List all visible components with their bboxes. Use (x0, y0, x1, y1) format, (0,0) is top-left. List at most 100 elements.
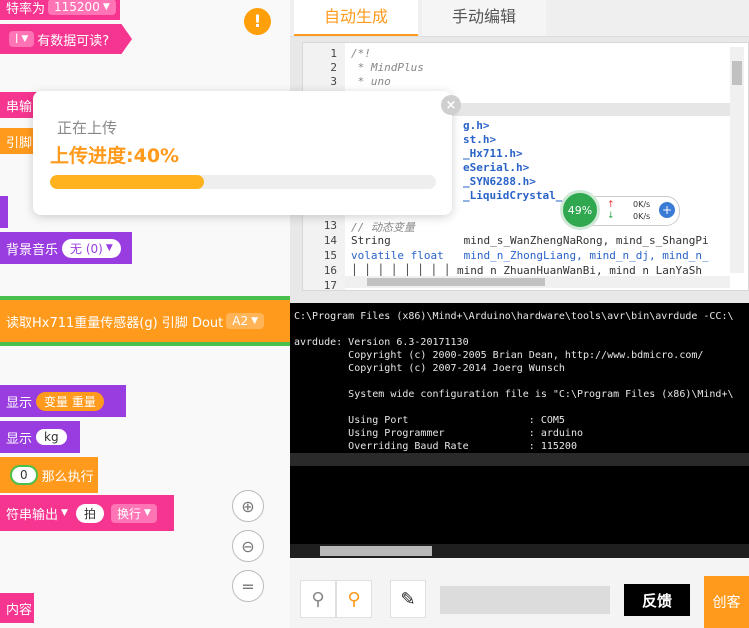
close-button[interactable]: × (441, 95, 461, 115)
code-line: /*! (351, 47, 371, 60)
baud-rate-block[interactable]: 特率为 115200 ▼ (0, 0, 120, 20)
eraser-icon: ✎ (400, 588, 416, 610)
bg-music-dropdown[interactable]: 无 (0) ▼ (62, 238, 121, 258)
baud-rate-dropdown[interactable]: 115200 ▼ (48, 0, 116, 15)
upload-progress-text: 上传进度:40% (50, 145, 180, 167)
terminal-line: Overriding Baud Rate : 115200 (294, 441, 577, 452)
content-block[interactable]: 内容 (0, 593, 34, 623)
clear-button[interactable]: ✎ (390, 580, 426, 618)
unit-input[interactable]: kg (36, 429, 67, 445)
upload-dialog: × 正在上传 上传进度:40% (33, 91, 461, 215)
usb-active-button[interactable]: ⚲ (336, 580, 372, 618)
terminal-line: Copyright (c) 2007-2014 Joerg Wunsch (294, 363, 565, 374)
newline-dropdown[interactable]: 换行 ▼ (110, 503, 157, 523)
terminal-line: Copyright (c) 2000-2005 Brian Dean, http… (294, 350, 704, 361)
upload-progress-bar (50, 175, 436, 189)
code-line: volatile float mind_n_ZhongLiang, mind_n… (351, 249, 709, 262)
terminal-line: C:\Program Files (x86)\Mind+\Arduino\har… (294, 311, 734, 322)
code-line: _LiquidCrystal_ (463, 189, 563, 202)
download-arrow-icon: ↓ (607, 211, 615, 221)
code-line: _SYN6288.h> (463, 175, 536, 188)
code-line: // 动态变量 (351, 221, 415, 234)
show-unit-block[interactable]: 显示 kg (0, 421, 80, 453)
line-number: 15 (323, 249, 337, 262)
content-label: 内容 (6, 602, 33, 618)
download-speed: 0K/s (633, 212, 651, 221)
terminal-line: Using Port : COM5 (294, 415, 565, 426)
tab-auto-generate[interactable]: 自动生成 (294, 0, 418, 36)
warning-icon[interactable]: ! (244, 8, 271, 35)
terminal-horizontal-scrollbar[interactable] (290, 544, 749, 558)
scroll-thumb[interactable] (732, 61, 742, 85)
serial-select-dropdown[interactable]: l ▼ (9, 31, 35, 47)
line-number: 13 (323, 219, 337, 232)
line-number: 14 (323, 234, 337, 247)
bottom-toolbar: ⚲ ⚲ ✎ 反馈 创客 (290, 558, 749, 628)
show-weight-block[interactable]: 显示 变量 重量 (0, 385, 126, 417)
line-number: 2 (330, 61, 337, 74)
usb-icon: ⚲ (311, 588, 325, 610)
scroll-thumb[interactable] (320, 546, 432, 556)
bg-music-label: 背景音乐 (6, 242, 59, 258)
close-icon: × (445, 97, 457, 113)
code-line: String mind_s_WanZhengNaRong, mind_s_Sha… (351, 234, 709, 247)
zoom-out-icon: ⊖ (241, 536, 255, 556)
pin-label: 引脚 (6, 135, 33, 151)
zoom-reset-icon: = (241, 576, 255, 596)
then-label: 那么执行 (41, 469, 94, 485)
editor-horizontal-scrollbar[interactable] (345, 276, 730, 288)
code-line: st.h> (463, 133, 497, 146)
line-number: 3 (330, 75, 337, 88)
zoom-in-icon: ⊕ (241, 496, 255, 516)
code-line: eSerial.h> (463, 161, 530, 174)
editor-vertical-scrollbar[interactable] (730, 47, 744, 273)
serial-string-output-block[interactable]: 符串输出 ▼ 拍 换行 ▼ (0, 495, 174, 531)
code-tabs: 自动生成 手动编辑 (290, 0, 749, 37)
baud-rate-label: 特率为 (6, 1, 46, 17)
line-number: 1 (330, 47, 337, 60)
upload-progress-fill (50, 175, 205, 189)
serial-string-label: 符串输出 (6, 507, 59, 523)
scroll-thumb[interactable] (367, 278, 545, 286)
zoom-out-button[interactable]: ⊖ (232, 530, 264, 562)
terminal-cursor-line (290, 453, 749, 466)
terminal-line: avrdude: Version 6.3-20171130 (294, 337, 469, 348)
chevron-down-icon: ▼ (251, 316, 259, 326)
weight-variable[interactable]: 变量 重量 (36, 391, 104, 411)
community-badge[interactable]: 创客 (704, 576, 749, 628)
terminal-output[interactable]: C:\Program Files (x86)\Mind+\Arduino\har… (290, 303, 749, 558)
upload-status: 正在上传 (57, 119, 118, 137)
if-then-block[interactable]: 0 那么执行 (0, 457, 98, 493)
plus-icon[interactable]: + (659, 202, 675, 218)
condition-input[interactable]: 0 (10, 465, 38, 485)
hx711-pin-dropdown[interactable]: A2 ▼ (226, 313, 265, 329)
code-line: g.h> (463, 119, 490, 132)
upload-speed: 0K/s (633, 200, 651, 209)
chevron-down-icon: ▼ (143, 508, 151, 518)
bg-music-block[interactable]: 背景音乐 无 (0) ▼ (0, 232, 132, 264)
upload-arrow-icon: ↑ (607, 200, 615, 210)
line-number: 16 (323, 264, 337, 277)
purple-block-stub[interactable] (0, 196, 8, 228)
terminal-line: Using Programmer : arduino (294, 428, 583, 439)
terminal-line: System wide configuration file is "C:\Pr… (294, 389, 734, 400)
code-line: * uno (351, 75, 391, 88)
usb-icon: ⚲ (347, 588, 361, 610)
network-percent: 49% (560, 190, 600, 230)
chevron-down-icon: ▼ (105, 243, 113, 253)
code-line: _Hx711.h> (463, 147, 523, 160)
feedback-badge[interactable]: 反馈 (624, 584, 690, 616)
network-speed-widget[interactable]: ↑ ↓ 0K/s 0K/s + 49% (560, 190, 680, 230)
beat-input[interactable]: 拍 (75, 503, 104, 523)
zoom-in-button[interactable]: ⊕ (232, 490, 264, 522)
usb-button[interactable]: ⚲ (300, 580, 336, 618)
has-data-block[interactable]: l ▼ 有数据可读? (0, 24, 132, 54)
tab-manual-edit[interactable]: 手动编辑 (422, 0, 546, 36)
chevron-down-icon: ▼ (21, 34, 29, 44)
chevron-down-icon: ▼ (102, 2, 110, 12)
serial-input[interactable] (440, 586, 610, 614)
show-label: 显示 (6, 431, 33, 447)
hx711-block[interactable]: 读取Hx711重量传感器(g) 引脚 Dout A2 ▼ (0, 296, 290, 346)
show-label: 显示 (6, 395, 33, 411)
zoom-reset-button[interactable]: = (232, 570, 264, 602)
